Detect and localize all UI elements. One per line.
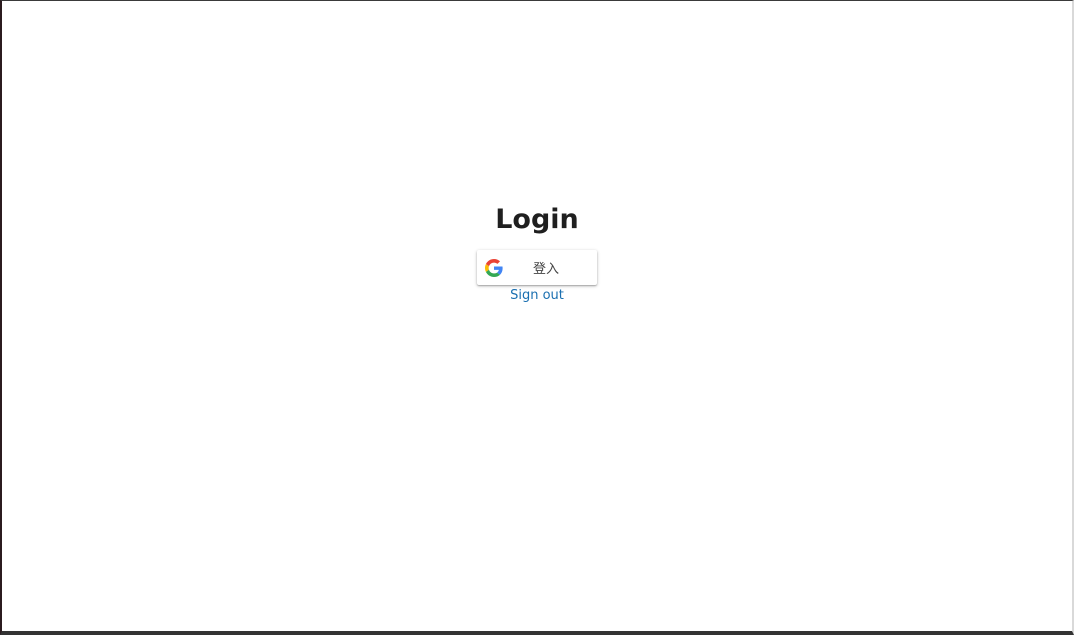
google-sign-in-label: 登入 — [532, 262, 559, 277]
google-g-icon — [485, 258, 503, 277]
page-title: Login — [495, 204, 579, 235]
login-panel: Login 登入 Sign out — [2, 201, 1072, 303]
sign-out-link[interactable]: Sign out — [510, 288, 564, 303]
browser-viewport: Login 登入 Sign out — [0, 0, 1074, 635]
google-sign-in-button[interactable]: 登入 — [477, 250, 597, 285]
